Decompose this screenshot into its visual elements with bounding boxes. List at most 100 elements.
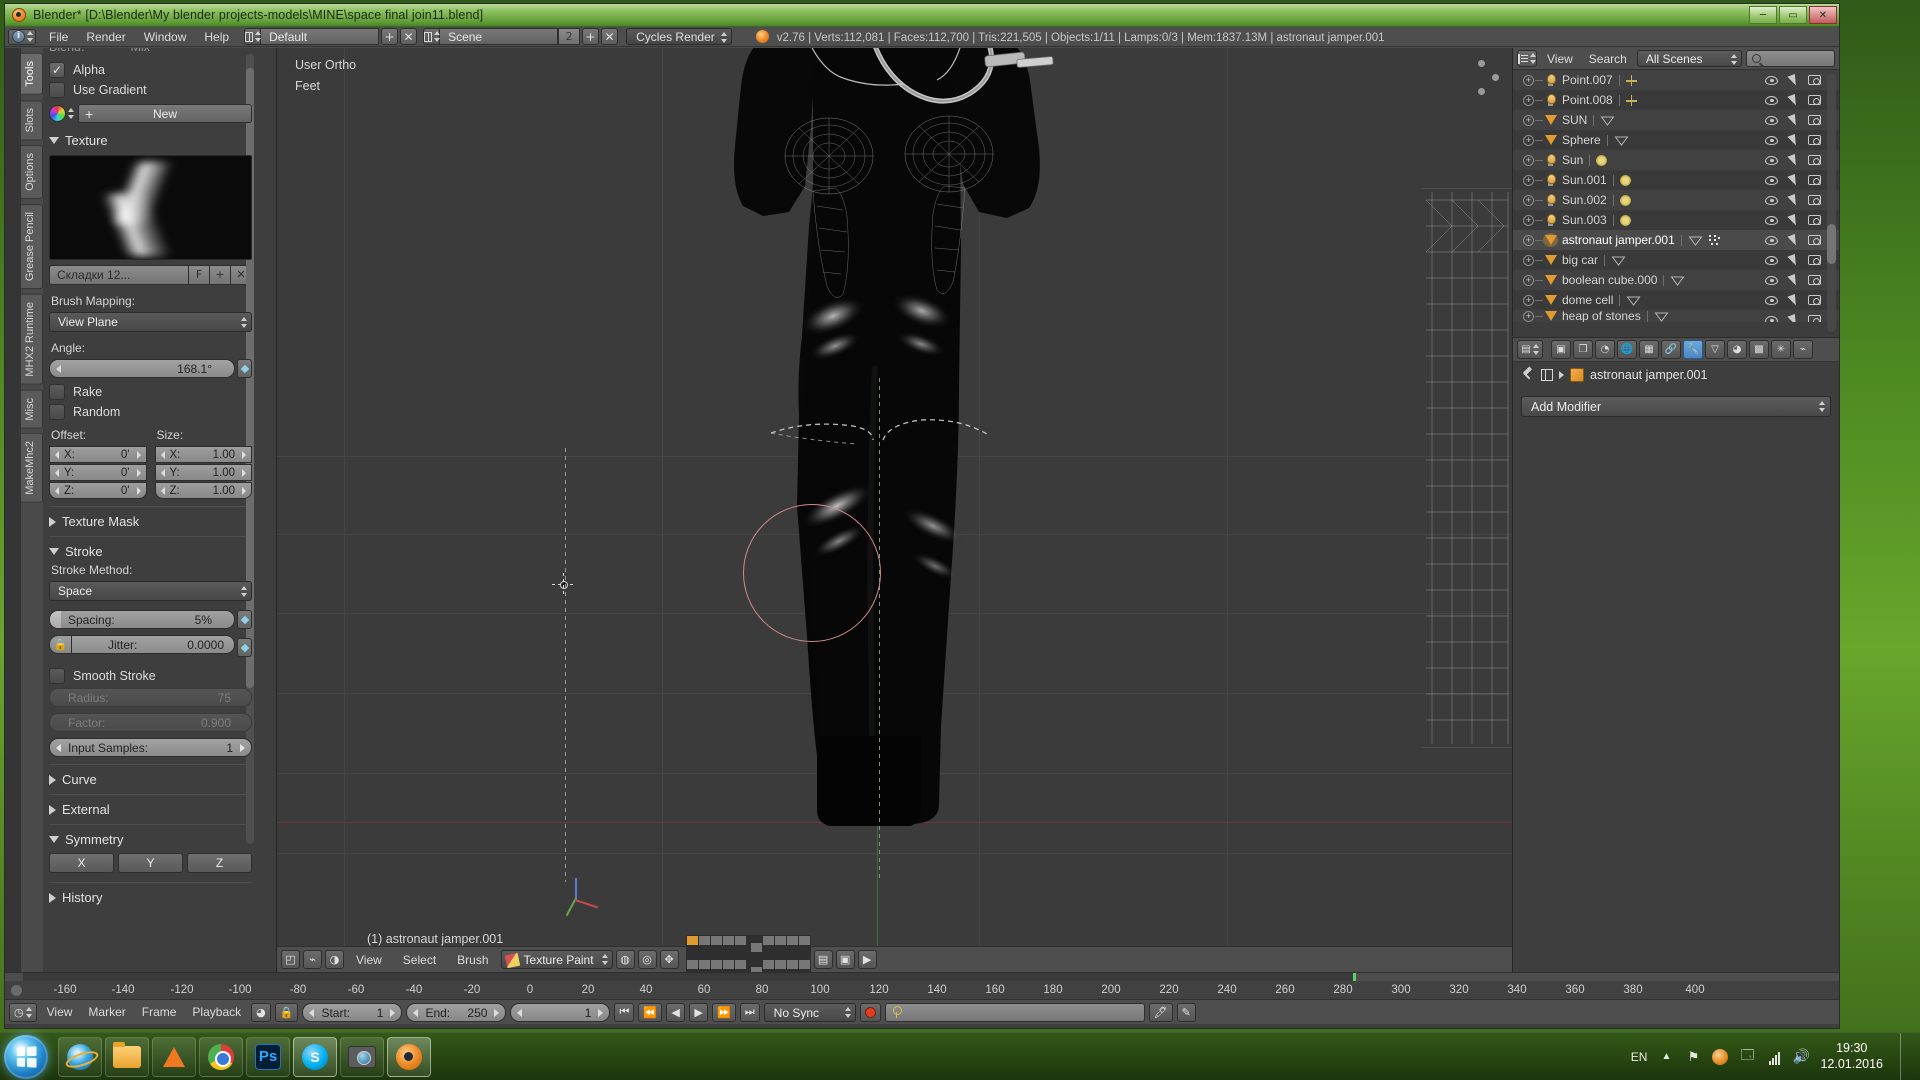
expand-icon[interactable]: + [1523,310,1534,322]
jitter-animate-button[interactable] [237,638,252,657]
expand-icon[interactable]: + [1523,134,1534,146]
cursor-arrow-icon[interactable] [1787,213,1799,227]
start-frame-field[interactable]: Start: 1 [302,1002,403,1022]
network-icon[interactable] [1766,1049,1782,1065]
symmetry-y-button[interactable]: Y [118,853,183,873]
tab-render[interactable]: ▣ [1551,340,1571,359]
size-z-field[interactable]: Z: 1.00 [154,482,252,499]
texture-panel-header[interactable]: Texture [49,133,252,148]
camera-icon[interactable] [1808,215,1821,225]
tab-makemhc2[interactable]: MakeMhc2 [21,433,43,504]
viewport-shading-button[interactable]: ◍ [615,950,635,969]
jitter-lock-button[interactable]: 🔒 [49,635,71,654]
outliner-display-mode-select[interactable]: All Scenes [1636,50,1742,67]
taskbar-file-explorer[interactable] [105,1036,149,1077]
maximize-button[interactable]: ▭ [1779,6,1807,24]
use-preview-range-button[interactable]: ◕ [251,1002,271,1022]
size-x-field[interactable]: X: 1.00 [154,446,252,463]
volume-icon[interactable]: 🔊 [1793,1048,1810,1065]
eye-icon[interactable] [1765,95,1778,105]
pivot-point-button[interactable]: ◎ [637,950,657,969]
cursor-arrow-icon[interactable] [1787,273,1799,287]
cursor-arrow-icon[interactable] [1787,253,1799,267]
update-icon[interactable] [1712,1048,1729,1065]
eye-icon[interactable] [1765,275,1778,285]
taskbar-chrome[interactable] [199,1036,243,1077]
play-button[interactable]: ▶ [689,1002,709,1022]
fake-user-button[interactable]: F [189,265,210,285]
outliner-menu-search[interactable]: Search [1583,52,1633,66]
tab-tools[interactable]: Tools [21,53,43,95]
camera-icon[interactable] [1808,235,1821,245]
camera-icon[interactable] [1808,135,1821,145]
camera-icon[interactable] [1808,175,1821,185]
close-button[interactable]: ✕ [1809,6,1837,24]
add-modifier-button[interactable]: Add Modifier [1521,396,1831,417]
outliner-row-point-007[interactable]: + Point.007 [1513,70,1839,90]
outliner-row-sun-001[interactable]: + Sun.001 [1513,170,1839,190]
timeline-menu-view[interactable]: View [41,1005,79,1019]
render-engine-select[interactable]: Cycles Render [626,28,732,45]
eye-icon[interactable] [1765,75,1778,85]
taskbar-skype[interactable]: S [293,1036,337,1077]
jump-prev-keyframe-button[interactable]: ⏪ [638,1002,663,1022]
timeline-menu-frame[interactable]: Frame [136,1005,183,1019]
tab-mhx2-runtime[interactable]: MHX2 Runtime [21,294,43,385]
timeline-menu-playback[interactable]: Playback [186,1005,247,1019]
symmetry-panel-header[interactable]: Symmetry [49,832,252,847]
show-hidden-icons-button[interactable]: ▲ [1658,1049,1674,1065]
show-desktop-button[interactable] [1900,1032,1910,1080]
menu-render[interactable]: Render [77,28,134,46]
jitter-field[interactable]: Jitter: 0.0000 [71,635,235,654]
tab-object[interactable]: ▦ [1639,340,1659,359]
cursor-arrow-icon[interactable] [1787,173,1799,187]
clock[interactable]: 19:30 12.01.2016 [1820,1041,1883,1072]
cursor-arrow-icon[interactable] [1787,113,1799,127]
eye-icon[interactable] [1765,215,1778,225]
eye-icon[interactable] [1765,255,1778,265]
camera-icon[interactable] [1808,95,1821,105]
properties-editor-type-button[interactable]: ▤ [1517,340,1543,359]
tab-modifiers[interactable]: 🔧 [1683,340,1703,359]
expand-icon[interactable]: + [1523,294,1534,306]
insert-keyframe-button[interactable]: 🖊 [1148,1002,1173,1022]
scene-icon[interactable] [423,28,441,45]
new-scene-button[interactable]: + [582,28,600,45]
camera-icon[interactable] [1808,295,1821,305]
camera-icon[interactable] [1808,195,1821,205]
tab-misc[interactable]: Misc [21,389,43,429]
cursor-arrow-icon[interactable] [1787,233,1799,247]
delete-screen-button[interactable]: ✕ [400,28,418,45]
cursor-arrow-icon[interactable] [1787,313,1799,322]
scene-field[interactable]: Scene [440,28,559,45]
brush-mapping-select[interactable]: View Plane [49,312,252,332]
outliner-search-field[interactable] [1745,50,1835,67]
taskbar-internet-explorer[interactable] [58,1036,102,1077]
tab-slots[interactable]: Slots [21,99,43,141]
auto-keyframe-button[interactable] [859,1002,881,1022]
language-indicator[interactable]: EN [1631,1050,1648,1064]
3d-viewport[interactable]: User Ortho Feet (1) astronaut jamper.001 [277,48,1512,972]
menu-help[interactable]: Help [195,28,238,46]
camera-icon[interactable] [1808,275,1821,285]
taskbar-screenshot-tool[interactable] [340,1036,384,1077]
start-button[interactable] [4,1034,48,1079]
cursor-arrow-icon[interactable] [1787,73,1799,87]
outliner-row-astronaut-jamper-001[interactable]: + astronaut jamper.001 [1513,230,1839,250]
sync-mode-select[interactable]: No Sync [763,1002,856,1022]
expand-icon[interactable]: + [1523,94,1534,106]
outliner-row-sun-002[interactable]: + Sun.002 [1513,190,1839,210]
delete-scene-button[interactable]: ✕ [601,28,619,45]
tab-scene[interactable]: ◔ [1595,340,1615,359]
offset-y-field[interactable]: Y: 0' [49,464,147,481]
lock-camera-button[interactable]: ▤ [813,950,833,969]
random-checkbox[interactable]: ✓ [49,404,65,420]
pin-icon[interactable] [1521,368,1535,382]
offset-x-field[interactable]: X: 0' [49,446,147,463]
tab-particles[interactable]: ✳ [1771,340,1791,359]
screen-layout-icon[interactable] [244,28,262,45]
outliner-menu-view[interactable]: View [1541,52,1579,66]
cursor-arrow-icon[interactable] [1787,153,1799,167]
expand-icon[interactable]: + [1523,254,1534,266]
viewport-menu-brush[interactable]: Brush [448,951,497,969]
